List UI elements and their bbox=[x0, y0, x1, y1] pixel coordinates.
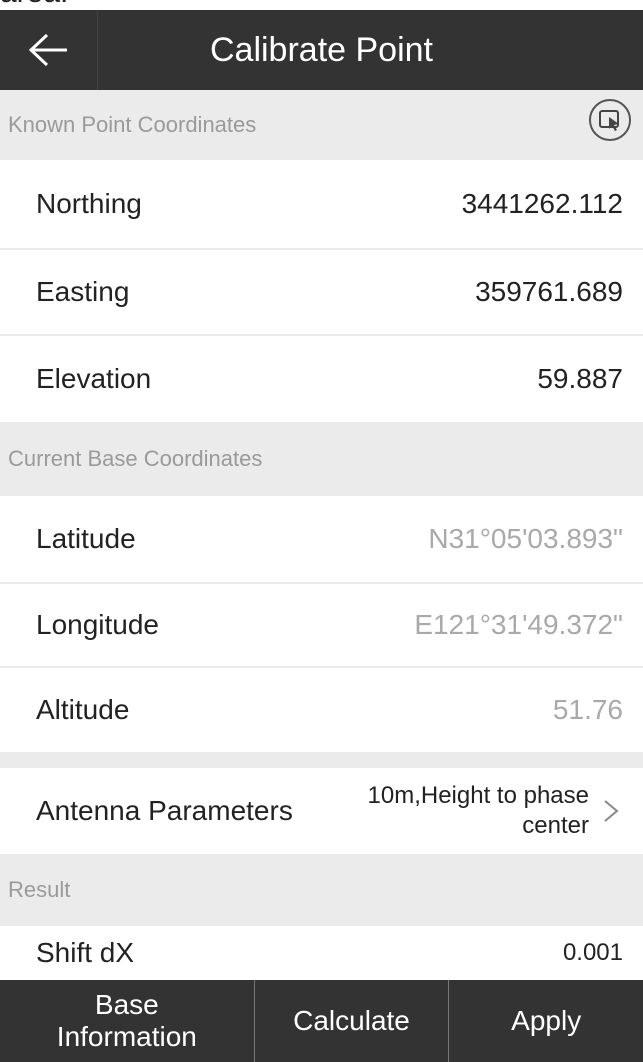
antenna-parameters-value-group: 10m,Height to phase center bbox=[367, 781, 623, 841]
base-information-button[interactable]: Base Information bbox=[0, 980, 255, 1062]
known-point-section-title: Known Point Coordinates bbox=[8, 112, 257, 137]
chevron-right-icon bbox=[604, 800, 619, 822]
base-coordinates-section-title: Current Base Coordinates bbox=[8, 446, 263, 471]
result-section-title: Result bbox=[8, 877, 71, 902]
cut-off-text: area. bbox=[0, 0, 643, 10]
shift-dx-row: Shift dX 0.001 bbox=[0, 926, 643, 980]
altitude-row: Altitude 51.76 bbox=[0, 668, 643, 752]
antenna-parameters-value: 10m,Height to phase center bbox=[367, 782, 589, 839]
longitude-row: Longitude E121°31'49.372" bbox=[0, 584, 643, 668]
latitude-label: Latitude bbox=[36, 523, 136, 554]
easting-label: Easting bbox=[36, 276, 130, 307]
northing-label: Northing bbox=[36, 188, 142, 219]
back-arrow-icon bbox=[28, 33, 67, 67]
easting-row[interactable]: Easting 359761.689 bbox=[0, 250, 643, 336]
northing-row[interactable]: Northing 3441262.112 bbox=[0, 160, 643, 250]
import-point-button[interactable] bbox=[589, 99, 631, 141]
page-title: Calibrate Point bbox=[209, 31, 433, 69]
antenna-parameters-label: Antenna Parameters bbox=[36, 795, 293, 826]
base-coordinates-section-header: Current Base Coordinates bbox=[0, 422, 643, 496]
longitude-label: Longitude bbox=[36, 609, 160, 640]
easting-value: 359761.689 bbox=[475, 276, 623, 307]
spacer-divider bbox=[0, 752, 643, 768]
back-button[interactable] bbox=[0, 10, 98, 90]
app-header: Calibrate Point bbox=[0, 10, 643, 90]
longitude-value: E121°31'49.372" bbox=[414, 609, 623, 640]
altitude-value: 51.76 bbox=[552, 694, 623, 725]
elevation-row[interactable]: Elevation 59.887 bbox=[0, 336, 643, 422]
northing-value: 3441262.112 bbox=[461, 188, 623, 219]
apply-button[interactable]: Apply bbox=[449, 980, 643, 1062]
shift-dx-value: 0.001 bbox=[562, 939, 623, 966]
cut-off-text-label: area. bbox=[0, 0, 68, 8]
antenna-parameters-row[interactable]: Antenna Parameters 10m,Height to phase c… bbox=[0, 768, 643, 854]
latitude-value: N31°05'03.893" bbox=[428, 523, 623, 554]
known-point-section-header: Known Point Coordinates bbox=[0, 90, 643, 160]
altitude-label: Altitude bbox=[36, 694, 130, 725]
latitude-row: Latitude N31°05'03.893" bbox=[0, 496, 643, 584]
shift-dx-label: Shift dX bbox=[36, 937, 135, 968]
elevation-value: 59.887 bbox=[537, 363, 623, 394]
bottom-action-bar: Base Information Calculate Apply bbox=[0, 980, 643, 1062]
import-point-icon bbox=[599, 110, 619, 131]
result-section-header: Result bbox=[0, 854, 643, 926]
elevation-label: Elevation bbox=[36, 363, 152, 394]
calculate-button[interactable]: Calculate bbox=[255, 980, 450, 1062]
